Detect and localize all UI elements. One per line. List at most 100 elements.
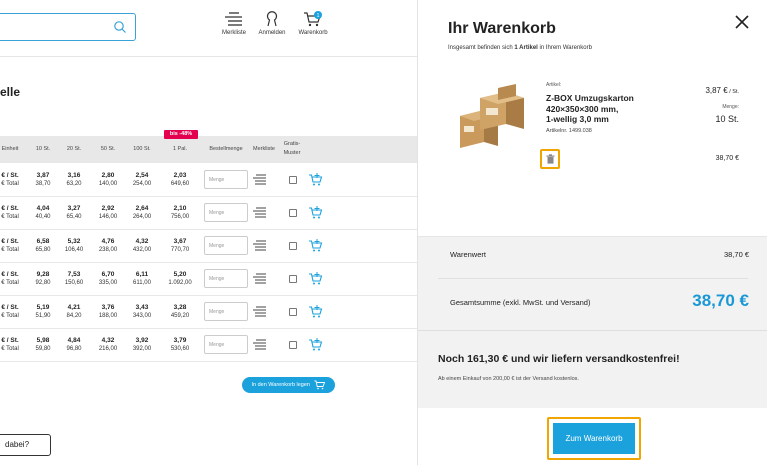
add-to-cart-icon[interactable] <box>308 238 323 253</box>
price-cell: 6,70 335,00 <box>98 271 118 286</box>
item-total: 38,70 € <box>715 155 739 162</box>
price-cell: 3,87 38,70 <box>35 172 51 187</box>
anmelden-link[interactable]: Anmelden <box>254 11 290 36</box>
price-cell: 9,28 92,80 <box>35 271 51 286</box>
sample-checkbox[interactable] <box>289 308 297 316</box>
cart-title: Ihr Warenkorb <box>448 20 556 37</box>
sample-checkbox[interactable] <box>289 209 297 217</box>
col-10: 10 St. <box>35 146 51 152</box>
page-title: elle <box>0 85 21 99</box>
price-cell: € / St. € Total <box>1 337 19 352</box>
article-number: Artikelnr. 1499.038 <box>546 128 592 134</box>
zum-warenkorb-button[interactable]: Zum Warenkorb <box>553 423 635 454</box>
add-to-wishlist-icon[interactable] <box>253 174 267 185</box>
bottom-question-button[interactable]: dabei? <box>0 434 51 456</box>
add-to-wishlist-icon[interactable] <box>253 306 267 317</box>
sample-checkbox[interactable] <box>289 275 297 283</box>
price-cell: € / St. € Total <box>1 271 19 286</box>
totals-panel <box>418 236 767 408</box>
product-name[interactable]: Z-BOX Umzugskarton 420×350×300 mm, 1-wel… <box>546 93 656 125</box>
search-input[interactable] <box>0 13 136 41</box>
add-to-cart-icon[interactable] <box>308 337 323 352</box>
price-cell: 4,32 216,00 <box>98 337 118 352</box>
price-cell: 2,92 146,00 <box>98 205 118 220</box>
price-cell: 2,80 140,00 <box>98 172 118 187</box>
user-icon <box>266 11 278 27</box>
price-cell: 3,92 392,00 <box>132 337 152 352</box>
checkout-highlight: Zum Warenkorb <box>547 417 641 460</box>
quantity-input[interactable]: Menge <box>204 269 248 288</box>
item-label: Artikel: <box>546 82 562 88</box>
divider <box>418 330 767 331</box>
unit-price: 3,87 € / St. <box>705 86 739 95</box>
quantity-input[interactable]: Menge <box>204 335 248 354</box>
quantity-input[interactable]: Menge <box>204 170 248 189</box>
delete-item-button[interactable] <box>540 149 560 169</box>
cart-icon: 1 <box>304 11 322 27</box>
add-to-cart-label: In den Warenkorb legen <box>251 382 310 388</box>
cart-plus-icon <box>314 380 325 390</box>
add-to-cart-button[interactable]: In den Warenkorb legen <box>242 377 335 393</box>
wishlist-icon <box>225 12 242 26</box>
price-cell: 4,84 96,80 <box>66 337 82 352</box>
add-to-wishlist-icon[interactable] <box>253 207 267 218</box>
price-cell: 3,28 459,20 <box>170 304 190 319</box>
price-cell: € / St. € Total <box>1 238 19 253</box>
add-to-wishlist-icon[interactable] <box>253 240 267 251</box>
col-gratis-muster: Gratis- Muster <box>283 141 301 156</box>
quantity-input[interactable]: Menge <box>204 302 248 321</box>
page: Merkliste Anmelden 1 Warenkorb elle bis … <box>0 0 767 465</box>
add-to-cart-icon[interactable] <box>308 172 323 187</box>
trash-icon <box>546 154 554 164</box>
table-row: € / St. € Total 4,04 40,40 3,27 65,40 2,92 146,… <box>0 197 417 230</box>
table-row: € / St. € Total 9,28 92,80 7,53 150,60 6,70 335… <box>0 263 417 296</box>
warenkorb-link[interactable]: 1 Warenkorb <box>296 11 330 36</box>
price-cell: 3,67 770,70 <box>170 238 190 253</box>
add-to-cart-icon[interactable] <box>308 205 323 220</box>
table-row: € / St. € Total 6,58 65,80 5,32 106,40 4,76 238… <box>0 230 417 263</box>
col-pal: 1 Pal. <box>172 146 188 152</box>
product-image <box>460 84 524 148</box>
price-cell: 2,10 756,00 <box>170 205 190 220</box>
price-cell: 3,43 343,00 <box>132 304 152 319</box>
warenkorb-label: Warenkorb <box>298 30 328 36</box>
sample-checkbox[interactable] <box>289 176 297 184</box>
price-cell: 2,54 254,00 <box>132 172 152 187</box>
price-cell: 2,64 264,00 <box>132 205 152 220</box>
add-to-wishlist-icon[interactable] <box>253 273 267 284</box>
price-cell: 4,21 84,20 <box>66 304 82 319</box>
warenwert-value: 38,70 € <box>723 250 749 259</box>
totals-divider <box>438 278 748 279</box>
price-cell: 3,16 63,20 <box>66 172 82 187</box>
add-to-wishlist-icon[interactable] <box>253 339 267 350</box>
price-cell: 4,76 238,00 <box>98 238 118 253</box>
add-to-cart-icon[interactable] <box>308 271 323 286</box>
price-cell: € / St. € Total <box>1 205 19 220</box>
col-20: 20 St. <box>66 146 82 152</box>
col-100: 100 St. <box>133 146 151 152</box>
anmelden-label: Anmelden <box>258 30 286 36</box>
gesamt-label: Gesamtsumme (exkl. MwSt. und Versand) <box>450 298 591 307</box>
sample-checkbox[interactable] <box>289 341 297 349</box>
table-row: € / St. € Total 5,19 51,90 4,21 84,20 3,76 188,… <box>0 296 417 329</box>
price-cell: € / St. € Total <box>1 172 19 187</box>
item-quantity: 10 St. <box>715 114 739 124</box>
header-divider <box>0 56 417 57</box>
col-50: 50 St. <box>100 146 116 152</box>
price-cell: 5,19 51,90 <box>35 304 51 319</box>
table-row: € / St. € Total 5,98 59,80 4,84 96,80 4,32 216,… <box>0 329 417 362</box>
warenwert-label: Warenwert <box>450 250 486 259</box>
price-cell: 5,20 1.092,00 <box>168 271 192 286</box>
merkliste-link[interactable]: Merkliste <box>219 11 249 36</box>
add-to-cart-icon[interactable] <box>308 304 323 319</box>
price-cell: 2,03 649,60 <box>170 172 190 187</box>
sample-checkbox[interactable] <box>289 242 297 250</box>
col-einheit: Einheit <box>1 146 19 152</box>
quantity-input[interactable]: Menge <box>204 236 248 255</box>
close-icon[interactable] <box>735 15 749 29</box>
price-cell: 3,79 530,60 <box>170 337 190 352</box>
price-cell: 5,98 59,80 <box>35 337 51 352</box>
quantity-input[interactable]: Menge <box>204 203 248 222</box>
deal-badge: bis -48% <box>164 130 198 139</box>
search-icon[interactable] <box>113 20 127 34</box>
